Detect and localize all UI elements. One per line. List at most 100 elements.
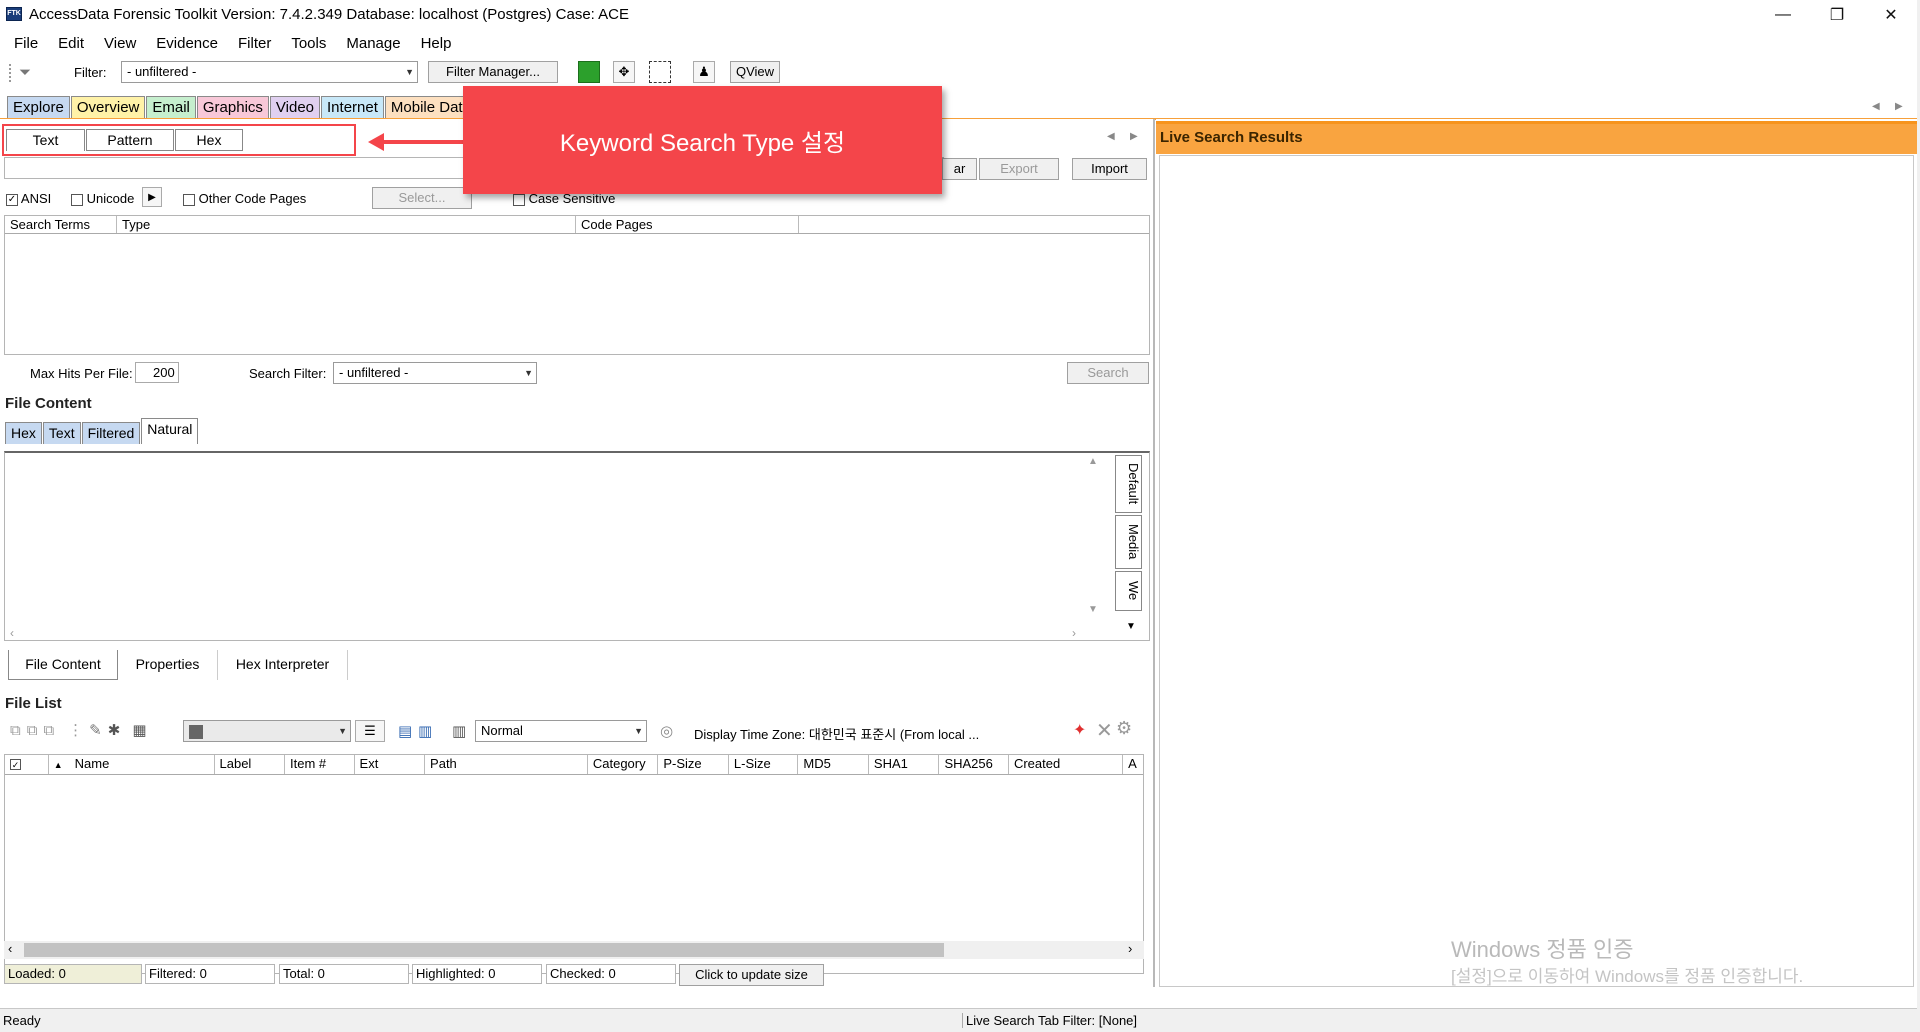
tools-icon[interactable]: ✱ xyxy=(108,721,121,739)
scroll-right-icon[interactable]: › xyxy=(1072,626,1076,640)
ansi-checkbox[interactable]: ✓ xyxy=(6,193,18,206)
select-all-checkbox[interactable]: ✓ xyxy=(10,759,21,771)
subtab-scroll-left-icon[interactable]: ◀ xyxy=(1107,131,1115,142)
other-code-pages-checkbox[interactable] xyxy=(183,193,195,206)
tab-hex-interpreter[interactable]: Hex Interpreter xyxy=(218,650,348,680)
column-sha256[interactable]: SHA256 xyxy=(939,755,1009,774)
settings-icon[interactable]: ⚙ xyxy=(1116,718,1132,739)
check-all-icon[interactable]: ⧉ xyxy=(10,722,21,739)
scroll-left-icon[interactable]: ‹ xyxy=(10,626,14,640)
tab-text[interactable]: Text xyxy=(42,422,81,444)
subtab-scroll-right-icon[interactable]: ▶ xyxy=(1130,131,1138,142)
max-hits-input[interactable]: 200 xyxy=(135,362,179,383)
check-highlighted-icon[interactable]: ⧉ xyxy=(27,722,38,739)
uncheck-all-icon[interactable]: ⧉ xyxy=(43,722,54,739)
print-icon[interactable]: ▥ xyxy=(418,722,432,740)
column-code-pages[interactable]: Code Pages xyxy=(576,216,799,233)
column-accessed[interactable]: A xyxy=(1123,755,1143,774)
tab-video[interactable]: Video xyxy=(269,96,321,118)
tab-overview[interactable]: Overview xyxy=(70,96,146,118)
search-terms-grid[interactable]: Search Terms Type Code Pages xyxy=(4,215,1150,355)
scroll-down-icon[interactable]: ▼ xyxy=(1088,604,1098,615)
column-p-size[interactable]: P-Size xyxy=(658,755,729,774)
column-md5[interactable]: MD5 xyxy=(798,755,869,774)
tab-properties[interactable]: Properties xyxy=(118,650,218,680)
qview-button[interactable]: QView xyxy=(730,61,780,83)
funnel-icon[interactable]: ⏷ xyxy=(19,64,31,81)
unicode-option[interactable]: Unicode xyxy=(71,191,134,206)
label-combo[interactable]: ▼ xyxy=(183,720,351,742)
column-ext[interactable]: Ext xyxy=(355,755,426,774)
export-button[interactable]: Export xyxy=(979,158,1059,180)
tabs-scroll-left-icon[interactable]: ◀ xyxy=(1872,101,1880,112)
tab-graphics[interactable]: Graphics xyxy=(196,96,269,118)
clear-button[interactable]: ar xyxy=(942,158,977,180)
hscroll-thumb[interactable] xyxy=(24,943,944,957)
minimize-button[interactable]: — xyxy=(1757,0,1809,30)
menu-manage[interactable]: Manage xyxy=(346,35,400,52)
live-search-results-list[interactable] xyxy=(1159,155,1914,987)
search-filter-combo[interactable]: - unfiltered - ▼ xyxy=(333,362,537,384)
menu-tools[interactable]: Tools xyxy=(291,35,326,52)
add-evidence-icon[interactable] xyxy=(578,61,600,83)
tab-file-content[interactable]: File Content xyxy=(8,650,118,680)
column-path[interactable]: Path xyxy=(425,755,588,774)
unicode-checkbox[interactable] xyxy=(71,193,83,206)
tag-icon[interactable]: ✦ xyxy=(1073,720,1086,740)
column-l-size[interactable]: L-Size xyxy=(729,755,799,774)
menu-file[interactable]: File xyxy=(14,35,38,52)
update-size-button[interactable]: Click to update size xyxy=(679,964,824,986)
menu-edit[interactable]: Edit xyxy=(58,35,84,52)
side-tab-default[interactable]: Default xyxy=(1115,455,1142,513)
import-button[interactable]: Import xyxy=(1072,158,1147,180)
users-icon[interactable]: ♟ xyxy=(693,61,715,83)
ansi-option[interactable]: ✓ ANSI xyxy=(6,191,51,206)
column-item-number[interactable]: Item # xyxy=(285,755,355,774)
tab-internet[interactable]: Internet xyxy=(321,96,384,118)
column-sha1[interactable]: SHA1 xyxy=(869,755,940,774)
tab-hex[interactable]: Hex xyxy=(5,422,42,444)
export-list-icon[interactable]: ▤ xyxy=(398,722,412,740)
file-list-hscrollbar[interactable]: ‹ › xyxy=(4,941,1144,959)
select-region-icon[interactable] xyxy=(649,61,671,83)
case-sensitive-checkbox[interactable] xyxy=(513,193,525,206)
tab-explore[interactable]: Explore xyxy=(7,96,70,118)
scroll-up-icon[interactable]: ▲ xyxy=(1088,456,1098,467)
restore-button[interactable]: ❐ xyxy=(1811,0,1863,30)
side-tab-media[interactable]: Media xyxy=(1115,515,1142,569)
column-search-terms[interactable]: Search Terms xyxy=(5,216,117,233)
tab-natural[interactable]: Natural xyxy=(141,418,199,444)
menu-view[interactable]: View xyxy=(104,35,136,52)
clear-filter-icon[interactable]: ✕ xyxy=(1096,718,1113,743)
menu-filter[interactable]: Filter xyxy=(238,35,271,52)
column-category[interactable]: Category xyxy=(588,755,659,774)
column-checkbox[interactable]: ✓ xyxy=(5,755,49,774)
edit-icon[interactable]: ✎ xyxy=(89,721,102,739)
close-button[interactable]: ✕ xyxy=(1865,0,1917,30)
columns-icon[interactable]: ▦ xyxy=(132,721,146,739)
side-tab-web[interactable]: We xyxy=(1115,571,1142,611)
column-created[interactable]: Created xyxy=(1009,755,1124,774)
tab-email[interactable]: Email xyxy=(146,96,196,118)
hscroll-left-icon[interactable]: ‹ xyxy=(8,941,12,956)
search-button[interactable]: Search xyxy=(1067,362,1149,384)
view-list-icon[interactable]: ☰ xyxy=(355,720,385,742)
column-type[interactable]: Type xyxy=(117,216,576,233)
side-tabs-more-icon[interactable]: ▼ xyxy=(1126,621,1136,632)
tabs-scroll-right-icon[interactable]: ▶ xyxy=(1895,101,1903,112)
column-view-combo[interactable]: Normal ▼ xyxy=(475,720,647,742)
menu-help[interactable]: Help xyxy=(421,35,452,52)
filter-combo[interactable]: - unfiltered - ▼ xyxy=(121,61,418,83)
other-code-pages-option[interactable]: Other Code Pages xyxy=(183,191,306,206)
file-content-viewer[interactable] xyxy=(4,451,1150,641)
column-name[interactable]: ▲ Name xyxy=(49,755,215,774)
column-settings-icon[interactable]: ▥ xyxy=(452,722,466,740)
play-icon[interactable]: ▶ xyxy=(142,187,162,207)
tab-filtered[interactable]: Filtered xyxy=(81,422,141,444)
bookmark-icon[interactable]: ⋮ xyxy=(68,721,83,739)
column-label[interactable]: Label xyxy=(215,755,286,774)
move-icon[interactable]: ✥ xyxy=(613,61,635,83)
menu-evidence[interactable]: Evidence xyxy=(156,35,218,52)
filter-manager-button[interactable]: Filter Manager... xyxy=(428,61,558,83)
select-code-pages-button[interactable]: Select... xyxy=(372,187,472,209)
